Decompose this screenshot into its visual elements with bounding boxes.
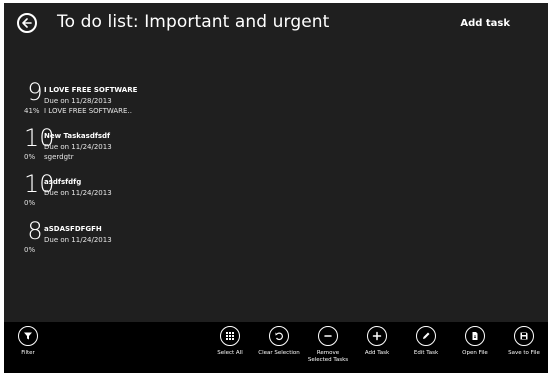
minus-icon [318,326,338,346]
remove-selected-tasks-label: Remove Selected Tasks [308,350,348,364]
select-all-label: Select All [217,350,243,356]
save-icon [514,326,534,346]
todo-app-window: To do list: Important and urgent Add tas… [4,3,548,373]
remove-label-line1: Remove [316,350,340,356]
task-due-date: Due on 11/24/2013 [44,143,112,151]
clear-selection-label: Clear Selection [258,350,300,356]
app-bar: Filter Select All Clear Selection Remove… [4,322,548,373]
add-task-header-button[interactable]: Add task [460,18,510,29]
task-due-date: Due on 11/24/2013 [44,236,112,244]
page-title: To do list: Important and urgent [57,12,330,32]
file-icon [465,326,485,346]
task-title: asdfsfdfg [44,178,82,186]
back-button[interactable] [17,13,37,33]
task-due-date: Due on 11/28/2013 [44,97,112,105]
add-task-label: Add Task [364,350,390,356]
add-task-button[interactable]: Add Task [352,326,402,357]
back-arrow-icon [22,18,32,28]
task-title: aSDASFDFGFH [44,225,102,233]
task-progress: 41% [24,107,40,115]
task-note: sgerdgtr [44,153,74,161]
task-item[interactable]: 8 0% aSDASFDFGFH Due on 11/24/2013 [24,217,284,260]
remove-selected-tasks-button[interactable]: Remove Selected Tasks [303,326,353,364]
undo-icon [269,326,289,346]
task-priority: 8 [27,217,43,245]
task-priority: 9 [27,78,43,106]
task-priority: 10 [24,124,55,152]
remove-label-line2: Selected Tasks [307,357,349,363]
task-title: I LOVE FREE SOFTWARE [44,86,138,94]
save-to-file-label: Save to File [508,350,540,356]
filter-label: Filter [21,350,35,356]
plus-icon [367,326,387,346]
task-progress: 0% [24,199,36,207]
grid-icon [220,326,240,346]
edit-task-button[interactable]: Edit Task [401,326,451,357]
task-item[interactable]: 10 0% New Taskasdfsdf Due on 11/24/2013 … [24,124,284,167]
clear-selection-button[interactable]: Clear Selection [254,326,304,357]
save-to-file-button[interactable]: Save to File [499,326,548,357]
edit-task-label: Edit Task [413,350,439,356]
task-progress: 0% [24,246,36,254]
open-file-label: Open File [462,350,488,356]
filter-icon [18,326,38,346]
task-item[interactable]: 9 41% I LOVE FREE SOFTWARE Due on 11/28/… [24,78,284,121]
task-title: New Taskasdfsdf [44,132,111,140]
task-due-date: Due on 11/24/2013 [44,189,112,197]
task-progress: 0% [24,153,36,161]
task-priority: 10 [24,170,55,198]
select-all-button[interactable]: Select All [205,326,255,357]
filter-button[interactable]: Filter [4,326,53,357]
task-item[interactable]: 10 0% asdfsfdfg Due on 11/24/2013 [24,170,284,213]
pencil-icon [416,326,436,346]
open-file-button[interactable]: Open File [450,326,500,357]
task-note: I LOVE FREE SOFTWARE.. [44,107,132,115]
